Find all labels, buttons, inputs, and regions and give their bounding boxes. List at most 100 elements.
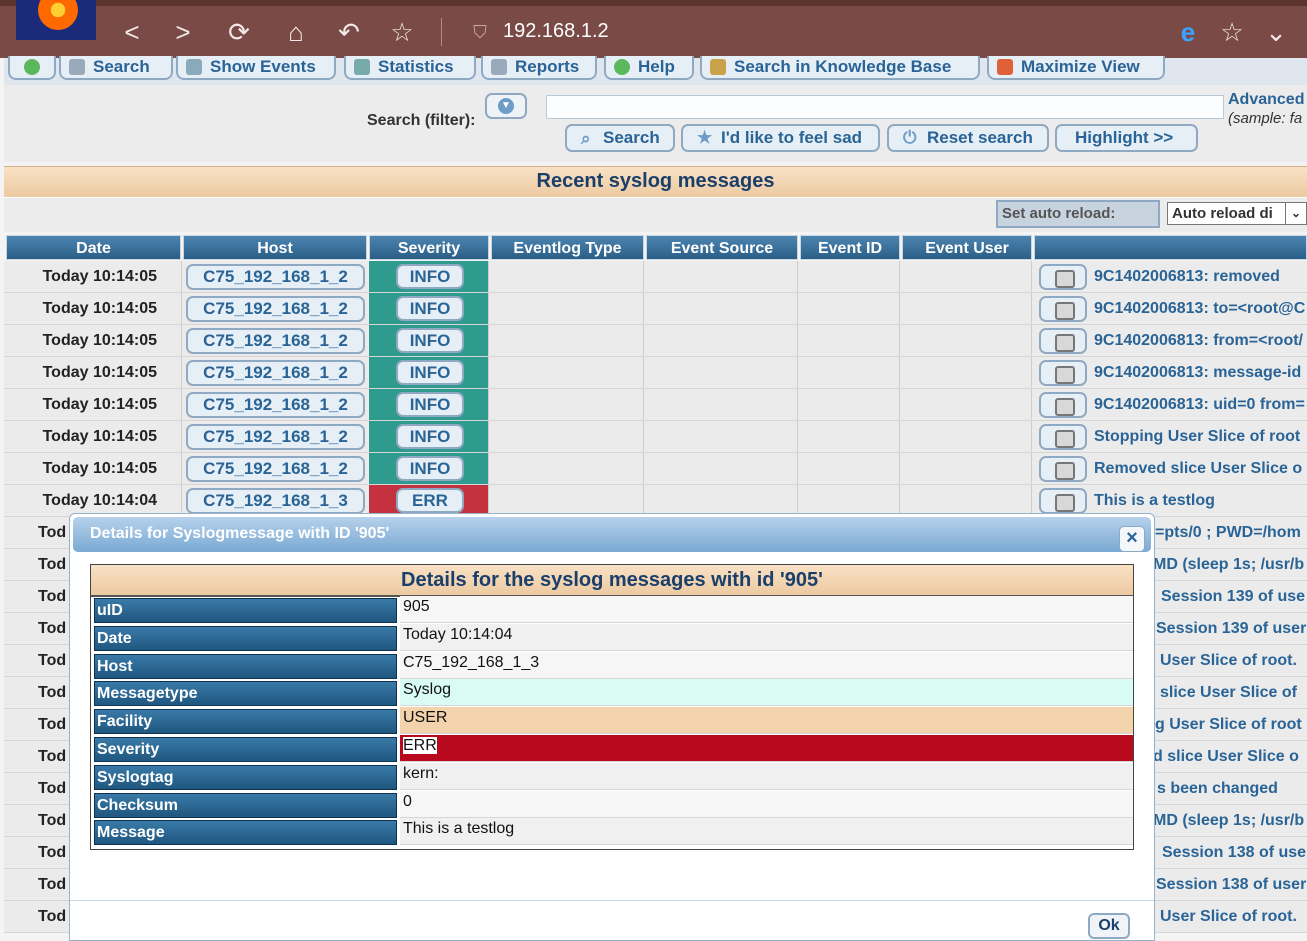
message-link[interactable]: s been changed (1157, 773, 1278, 804)
undo-icon[interactable]: ↶ (331, 14, 367, 50)
message-link[interactable]: Session 139 of user (1156, 613, 1306, 644)
star-icon[interactable]: ☆ (384, 14, 420, 50)
severity-button[interactable]: INFO (396, 424, 464, 449)
empty-cell (646, 421, 798, 452)
host-button[interactable]: C75_192_168_1_2 (186, 456, 365, 482)
message-link[interactable]: 9C1402006813: uid=0 from= (1094, 389, 1305, 420)
row-date: Tod (38, 876, 67, 893)
severity-button[interactable]: ERR (396, 488, 464, 513)
severity-button[interactable]: INFO (396, 360, 464, 385)
column-header-severity[interactable]: Severity (369, 235, 489, 260)
ok-button[interactable]: Ok (1088, 913, 1130, 939)
magnifier-icon (1055, 270, 1075, 288)
details-button[interactable] (1039, 296, 1087, 322)
detail-value: Syslog (400, 679, 1133, 707)
message-link[interactable]: 9C1402006813: from=<root/ (1094, 325, 1303, 356)
message-link[interactable]: This is a testlog (1094, 485, 1215, 516)
row-date: Tod (38, 620, 67, 637)
column-header-event-user[interactable]: Event User (902, 235, 1032, 260)
severity-button[interactable]: INFO (396, 296, 464, 321)
details-button[interactable] (1039, 264, 1087, 290)
host-button[interactable]: C75_192_168_1_2 (186, 264, 365, 290)
detail-label: Host (94, 653, 397, 679)
message-link[interactable]: =pts/0 ; PWD=/hom (1155, 517, 1301, 548)
column-header-message (1034, 235, 1307, 260)
magnifier-icon (1055, 430, 1075, 448)
message-link[interactable]: 9C1402006813: removed (1094, 261, 1280, 292)
message-link[interactable]: slice User Slice of (1160, 677, 1297, 708)
address-bar[interactable]: 192.168.1.2 (503, 20, 609, 43)
menu-knowledge-base[interactable]: Search in Knowledge Base (700, 56, 980, 80)
menu-help[interactable]: Help (604, 56, 694, 80)
menu-show-events[interactable]: Show Events (176, 56, 336, 80)
severity-button[interactable]: INFO (396, 328, 464, 353)
auto-reload-select[interactable]: Auto reload di ⌄ (1167, 202, 1307, 225)
menu-statistics[interactable]: Statistics (344, 56, 476, 80)
menu-search[interactable]: Search (59, 56, 173, 80)
search-options-button[interactable]: ▼ (485, 93, 527, 119)
reset-search-button[interactable]: ⏻ Reset search (887, 124, 1049, 152)
reload-icon[interactable]: ⟳ (221, 14, 257, 50)
message-link[interactable]: MD (sleep 1s; /usr/b (1153, 805, 1304, 836)
details-button[interactable] (1039, 456, 1087, 482)
message-link[interactable]: Stopping User Slice of root (1094, 421, 1300, 452)
edge-icon[interactable]: e (1170, 14, 1206, 50)
message-link[interactable]: MD (sleep 1s; /usr/b (1153, 549, 1304, 580)
highlight-button[interactable]: Highlight >> (1055, 124, 1198, 152)
severity-cell: ERR (369, 485, 489, 516)
column-header-event-source[interactable]: Event Source (646, 235, 798, 260)
message-link[interactable]: Removed slice User Slice o (1094, 453, 1302, 484)
feel-sad-button[interactable]: ★ I'd like to feel sad (681, 124, 880, 152)
dialog-divider (70, 900, 1154, 901)
severity-button[interactable]: INFO (396, 392, 464, 417)
severity-button[interactable]: INFO (396, 264, 464, 289)
details-button[interactable] (1039, 328, 1087, 354)
status-button[interactable] (8, 56, 56, 80)
menu-knowledge-label: Search in Knowledge Base (734, 57, 952, 76)
forward-icon[interactable]: > (165, 14, 201, 50)
column-header-date[interactable]: Date (6, 235, 181, 260)
message-link[interactable]: 9C1402006813: to=<root@C (1094, 293, 1305, 324)
host-button[interactable]: C75_192_168_1_2 (186, 424, 365, 450)
message-link[interactable]: User Slice of root. (1160, 901, 1297, 932)
host-button[interactable]: C75_192_168_1_2 (186, 328, 365, 354)
advanced-search-link[interactable]: Advanced (1228, 91, 1304, 109)
message-link[interactable]: Session 138 of user (1156, 869, 1306, 900)
column-header-host[interactable]: Host (183, 235, 367, 260)
host-button[interactable]: C75_192_168_1_3 (186, 488, 365, 514)
details-button[interactable] (1039, 424, 1087, 450)
detail-label: Severity (94, 737, 397, 762)
table-row: Today 10:14:05 C75_192_168_1_2 INFO 9C14020… (4, 261, 1307, 293)
search-filter-input[interactable] (546, 95, 1224, 119)
close-icon[interactable]: × (1119, 526, 1145, 552)
details-button[interactable] (1039, 392, 1087, 418)
dialog-titlebar[interactable]: Details for Syslogmessage with ID '905' … (73, 517, 1151, 552)
favorites-icon[interactable]: ☆ (1214, 14, 1250, 50)
message-link[interactable]: Session 139 of use (1161, 581, 1305, 612)
host-button[interactable]: C75_192_168_1_2 (186, 392, 365, 418)
message-link[interactable]: d slice User Slice o (1153, 741, 1299, 772)
menu-maximize-view[interactable]: Maximize View (987, 56, 1165, 80)
column-header-eventlog-type[interactable]: Eventlog Type (491, 235, 644, 260)
help-icon (614, 59, 630, 75)
details-button[interactable] (1039, 488, 1087, 514)
host-button[interactable]: C75_192_168_1_2 (186, 296, 365, 322)
empty-cell (902, 421, 1032, 452)
column-header-event-id[interactable]: Event ID (800, 235, 900, 260)
search-button[interactable]: ⌕ Search (565, 124, 675, 152)
menu-chevron-icon[interactable]: ⌄ (1258, 14, 1294, 50)
row-date: Today 10:14:05 (4, 325, 182, 356)
message-link[interactable]: User Slice of root. (1160, 645, 1297, 676)
message-link[interactable]: g User Slice of root (1155, 709, 1302, 740)
details-button[interactable] (1039, 360, 1087, 386)
severity-cell: INFO (369, 357, 489, 388)
back-icon[interactable]: < (114, 14, 150, 50)
host-button[interactable]: C75_192_168_1_2 (186, 360, 365, 386)
empty-cell (800, 261, 900, 292)
message-link[interactable]: Session 138 of use (1162, 837, 1306, 868)
home-icon[interactable]: ⌂ (278, 14, 314, 50)
feel-sad-label: I'd like to feel sad (721, 128, 863, 147)
message-link[interactable]: 9C1402006813: message-id (1094, 357, 1301, 388)
severity-button[interactable]: INFO (396, 456, 464, 481)
menu-reports[interactable]: Reports (481, 56, 597, 80)
